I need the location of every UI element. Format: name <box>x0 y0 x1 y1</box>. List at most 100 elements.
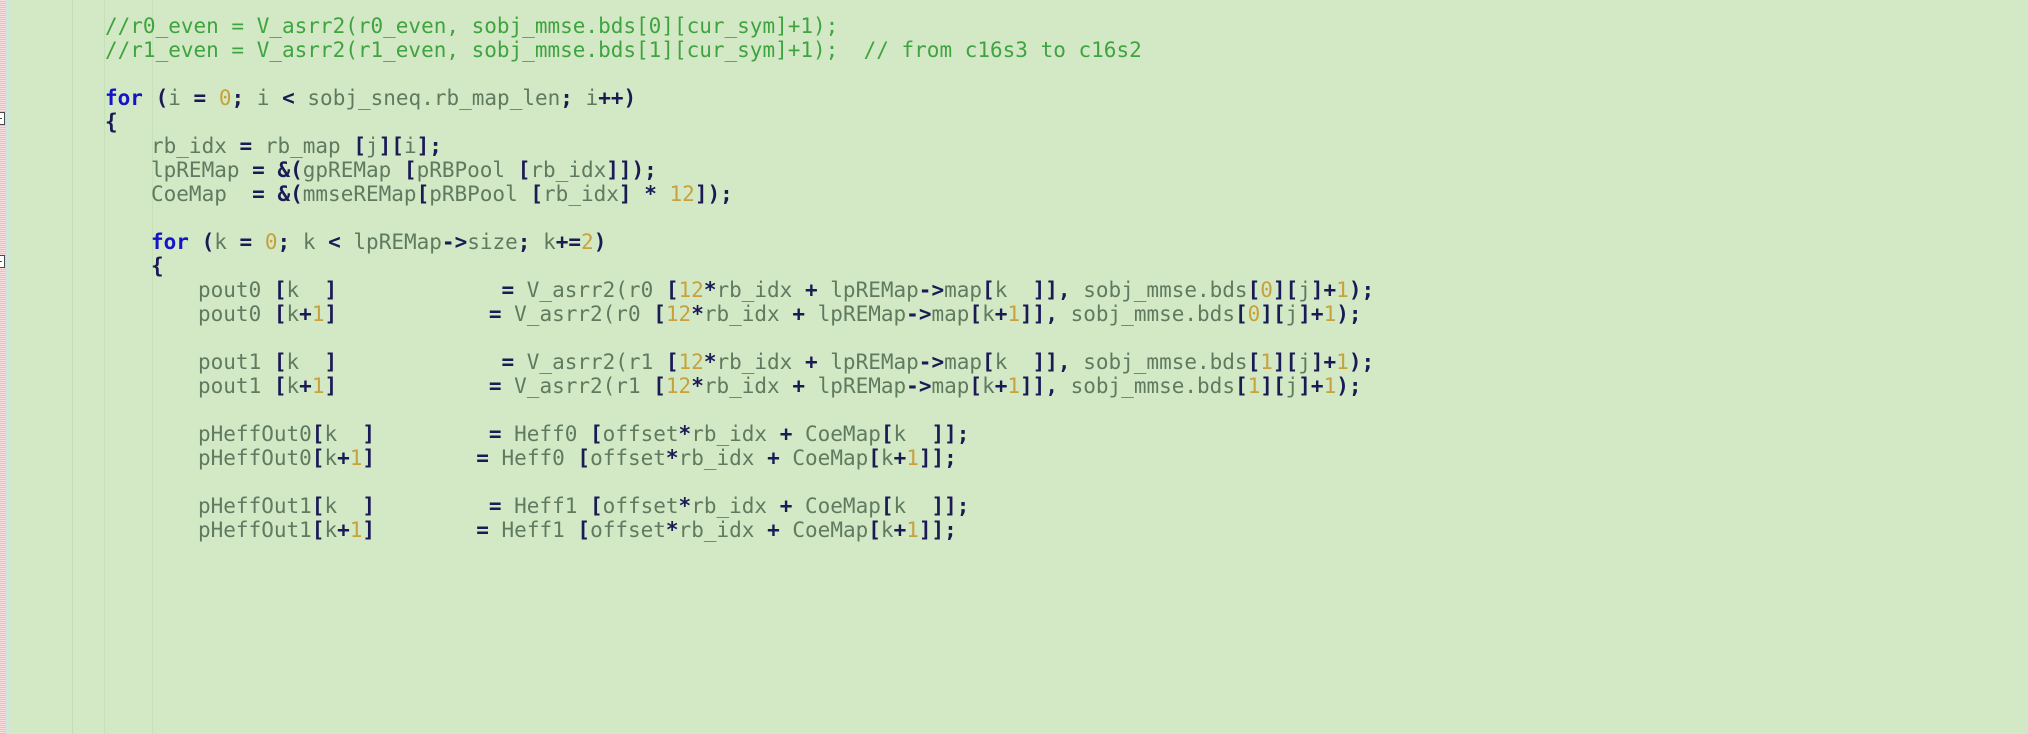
token-id: sobj_mmse.bds <box>1057 374 1235 398</box>
code-line[interactable]: pHeffOut0[k ] = Heff0 [offset*rb_idx + C… <box>198 422 969 446</box>
token-id <box>375 446 476 470</box>
token-id: Heff0 <box>488 446 578 470</box>
token-op: = <box>252 182 265 206</box>
token-num: 1 <box>1323 374 1337 398</box>
token-num: 0 <box>218 86 232 110</box>
token-id <box>189 230 202 254</box>
token-id: offset <box>590 446 666 470</box>
token-num: 1 <box>1260 350 1273 374</box>
code-line[interactable]: lpREMap = &(gpREMap [pRBPool [rb_idx]]); <box>151 158 657 182</box>
code-line[interactable]: CoeMap = &(mmseREMap[pRBPool [rb_idx] * … <box>151 182 733 206</box>
token-op: -> <box>441 230 468 254</box>
token-num: 1 <box>906 518 919 542</box>
token-id: j <box>1298 350 1311 374</box>
token-pun: [ <box>1247 350 1261 374</box>
token-id: k <box>982 374 995 398</box>
token-op: ); <box>1336 302 1362 326</box>
token-id: lpREMap <box>805 302 907 326</box>
fold-toggle-0[interactable] <box>0 112 5 125</box>
code-line[interactable]: for (k = 0; k < lpREMap->size; k+=2) <box>151 230 606 254</box>
code-line[interactable]: pout1 [k+1] = V_asrr2(r1 [12*rb_idx + lp… <box>198 374 1362 398</box>
token-id: pout1 <box>198 374 274 398</box>
token-num: 12 <box>665 302 692 326</box>
token-id: k <box>880 518 894 542</box>
token-num: 1 <box>311 374 325 398</box>
token-id <box>265 158 278 182</box>
code-text-area[interactable]: //r0_even = V_asrr2(r0_even, sobj_mmse.b… <box>0 0 2028 734</box>
token-pun: [ <box>311 518 325 542</box>
token-id: k <box>994 278 1033 302</box>
token-id: j <box>1298 278 1311 302</box>
token-pun: ] <box>324 278 338 302</box>
token-pun: [ <box>517 158 531 182</box>
token-id <box>657 182 670 206</box>
token-id: k <box>324 518 338 542</box>
token-id: offset <box>602 422 679 446</box>
token-id <box>375 494 489 518</box>
token-pun: ]], <box>1020 302 1058 326</box>
code-line[interactable]: pout0 [k+1] = V_asrr2(r0 [12*rb_idx + lp… <box>198 302 1362 326</box>
code-line[interactable]: rb_idx = rb_map [j][i]; <box>151 134 442 158</box>
token-id <box>337 374 489 398</box>
token-op: + <box>337 446 350 470</box>
fold-toggle-1[interactable] <box>0 255 5 268</box>
token-pun: ]]; <box>931 422 970 446</box>
token-pun: [ <box>868 446 881 470</box>
code-line[interactable]: for (i = 0; i < sobj_sneq.rb_map_len; i+… <box>105 86 636 110</box>
token-id: k <box>982 302 995 326</box>
code-line[interactable]: pout0 [k ] = V_asrr2(r0 [12*rb_idx + lpR… <box>198 278 1374 302</box>
code-line[interactable]: { <box>151 254 164 278</box>
token-id: rb_idx <box>543 182 619 206</box>
code-line[interactable]: pout1 [k ] = V_asrr2(r1 [12*rb_idx + lpR… <box>198 350 1374 374</box>
token-op: * <box>691 374 704 398</box>
token-op: -> <box>918 278 945 302</box>
code-line[interactable]: //r0_even = V_asrr2(r0_even, sobj_mmse.b… <box>105 14 838 38</box>
token-num: 1 <box>1007 302 1021 326</box>
token-op: = <box>488 494 502 518</box>
token-cmt: //r1_even = V_asrr2(r1_even, sobj_mmse.b… <box>105 38 1142 62</box>
code-line[interactable]: //r1_even = V_asrr2(r1_even, sobj_mmse.b… <box>105 38 1142 62</box>
token-id: sobj_mmse.bds <box>1057 302 1235 326</box>
code-line[interactable]: pHeffOut1[k ] = Heff1 [offset*rb_idx + C… <box>198 494 969 518</box>
code-line[interactable]: pHeffOut0[k+1] = Heff0 [offset*rb_idx + … <box>198 446 957 470</box>
token-op: = <box>193 86 207 110</box>
token-num: 1 <box>1336 350 1349 374</box>
token-op: + <box>1323 278 1337 302</box>
token-op: = <box>501 350 515 374</box>
token-pun: [ <box>969 302 983 326</box>
code-line[interactable]: pHeffOut1[k+1] = Heff1 [offset*rb_idx + … <box>198 518 957 542</box>
token-op: + <box>994 374 1008 398</box>
token-id: Heff1 <box>501 494 591 518</box>
token-pun: ]; <box>416 134 442 158</box>
token-op: &( <box>277 182 303 206</box>
code-line[interactable]: { <box>105 110 118 134</box>
token-id: pHeffOut0 <box>198 422 312 446</box>
token-pun: ] <box>324 350 338 374</box>
code-editor[interactable]: //r0_even = V_asrr2(r0_even, sobj_mmse.b… <box>0 0 2028 734</box>
token-pun: [ <box>653 374 666 398</box>
token-id: k <box>994 350 1033 374</box>
token-id: lpREMap <box>151 158 253 182</box>
token-op: ; <box>560 86 573 110</box>
token-id: k <box>214 230 240 254</box>
token-num: 1 <box>1336 278 1349 302</box>
token-id: Heff1 <box>488 518 578 542</box>
token-pun: ] <box>1298 374 1311 398</box>
token-id: map <box>944 350 983 374</box>
token-id: k <box>286 302 300 326</box>
token-op: + <box>792 302 806 326</box>
token-op: + <box>804 278 818 302</box>
token-pun: ]]); <box>606 158 657 182</box>
token-id: lpREMap <box>817 350 919 374</box>
token-op: + <box>299 374 312 398</box>
token-id: lpREMap <box>805 374 907 398</box>
token-id: size <box>467 230 518 254</box>
token-op: < <box>328 230 341 254</box>
token-op: ( <box>201 230 215 254</box>
token-pun: ] <box>362 422 376 446</box>
token-op: ++) <box>598 86 637 110</box>
token-op: = <box>239 134 253 158</box>
token-pun: ] <box>1310 350 1324 374</box>
token-op: * <box>678 494 692 518</box>
token-id: k <box>286 350 325 374</box>
